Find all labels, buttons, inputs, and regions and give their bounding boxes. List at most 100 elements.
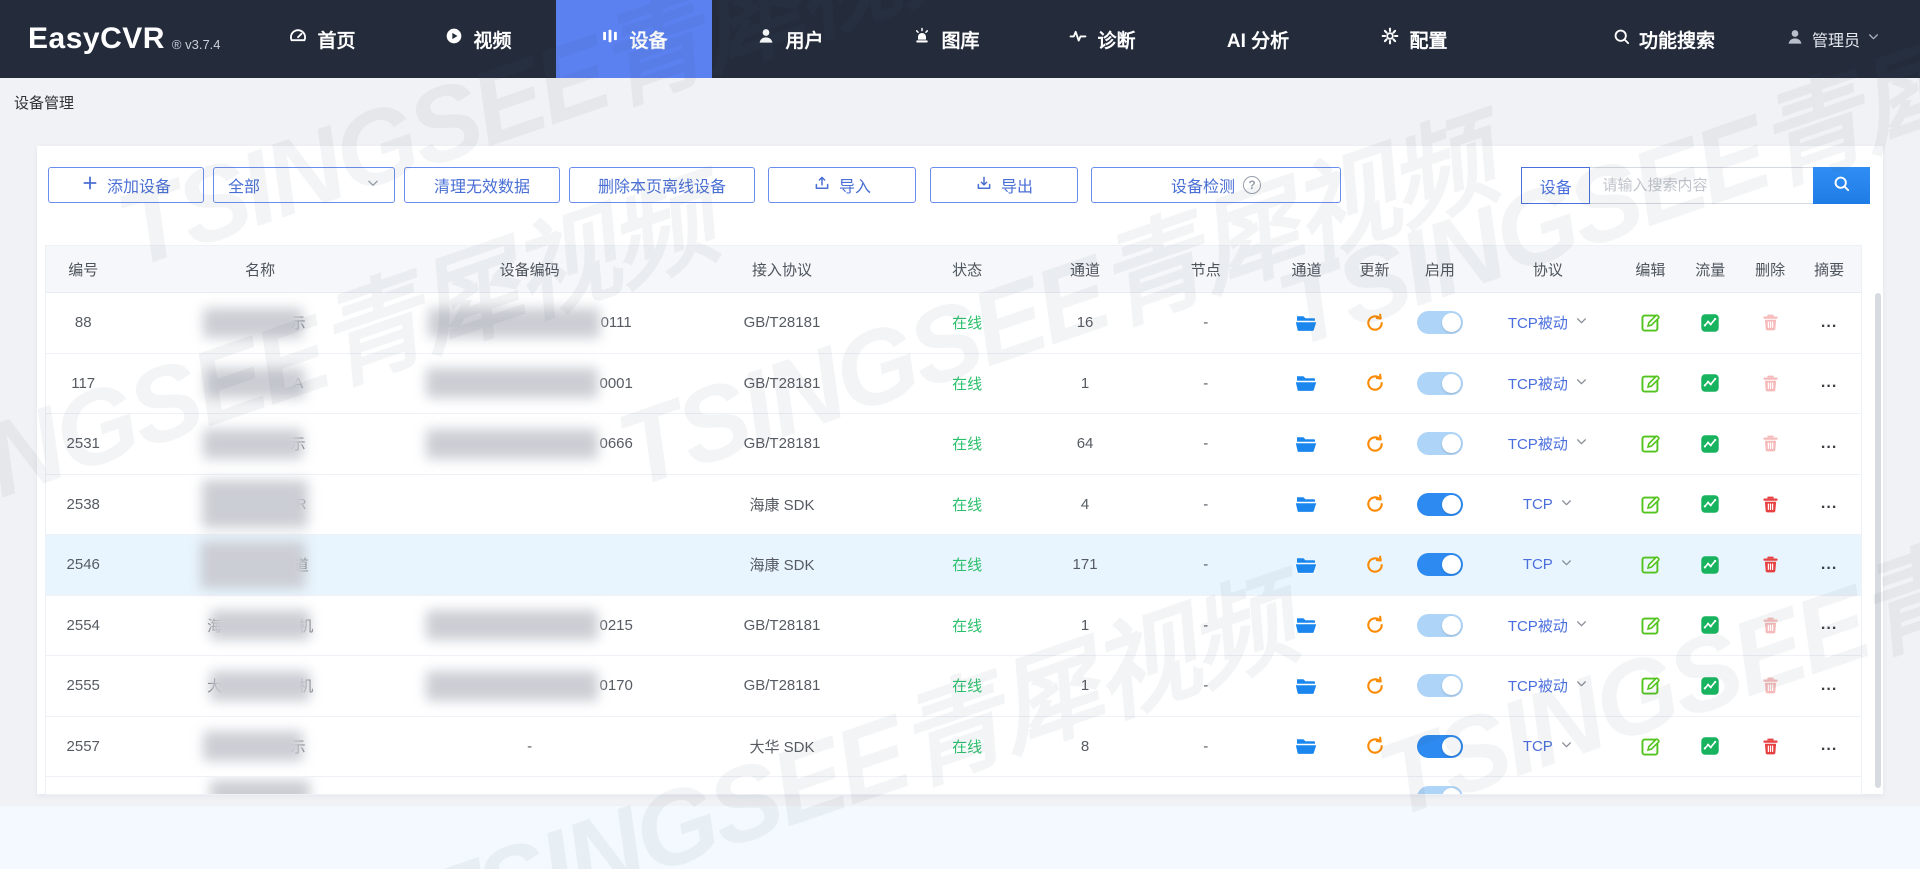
nav-item-user[interactable]: 用户 [712, 0, 868, 78]
filter-dropdown[interactable]: 全部 [213, 167, 395, 203]
channels-folder-icon[interactable] [1294, 492, 1318, 516]
refresh-icon[interactable] [1364, 735, 1386, 757]
status-online: 在线 [952, 375, 983, 393]
enable-toggle[interactable] [1416, 674, 1463, 698]
protocol-select[interactable]: TCP被动 [1473, 675, 1624, 696]
chevron-down-icon [1560, 496, 1573, 513]
channels-folder-icon[interactable] [1294, 553, 1318, 577]
protocol-select[interactable]: TCP被动 [1473, 373, 1624, 394]
delete-offline-button[interactable]: 删除本页离线设备 [569, 167, 755, 203]
nav-item-gallery[interactable]: 图库 [868, 0, 1024, 78]
traffic-icon[interactable] [1699, 312, 1721, 334]
cell-node: - [1203, 616, 1209, 634]
edit-icon[interactable] [1639, 493, 1662, 516]
refresh-icon[interactable] [1364, 614, 1386, 636]
enable-toggle[interactable] [1416, 613, 1463, 637]
channels-folder-icon[interactable] [1294, 613, 1318, 637]
breadcrumb: 设备管理 [14, 95, 75, 112]
summary-ellipsis[interactable]: ... [1797, 374, 1861, 392]
table-scrollbar[interactable] [1875, 293, 1881, 788]
summary-ellipsis[interactable]: ... [1797, 556, 1861, 574]
enable-toggle[interactable] [1416, 786, 1463, 794]
traffic-icon[interactable] [1699, 554, 1721, 576]
search-type-select[interactable]: 设备 [1521, 167, 1591, 204]
column-header: 启用 [1424, 261, 1455, 279]
summary-ellipsis[interactable]: ... [1797, 737, 1861, 755]
enable-toggle[interactable] [1416, 311, 1463, 335]
edit-icon[interactable] [1639, 735, 1662, 758]
delete-icon[interactable] [1760, 615, 1781, 636]
refresh-icon[interactable] [1364, 433, 1386, 455]
protocol-select[interactable]: TCP被动 [1473, 615, 1624, 636]
enable-toggle[interactable] [1416, 432, 1463, 456]
function-search[interactable]: 功能搜索 [1612, 26, 1715, 53]
cell-id: 2538 [66, 495, 100, 513]
nav-item-device[interactable]: 设备 [556, 0, 712, 78]
summary-ellipsis[interactable]: ... [1797, 435, 1861, 453]
refresh-icon[interactable] [1364, 554, 1386, 576]
enable-toggle[interactable] [1416, 734, 1463, 758]
summary-ellipsis[interactable]: ... [1797, 495, 1861, 513]
delete-icon[interactable] [1760, 312, 1781, 333]
summary-ellipsis[interactable]: ... [1797, 677, 1861, 695]
traffic-icon[interactable] [1699, 493, 1721, 515]
protocol-select[interactable]: TCP [1473, 496, 1624, 513]
delete-icon[interactable] [1760, 554, 1781, 575]
edit-icon[interactable] [1639, 674, 1662, 697]
search-button[interactable] [1813, 167, 1870, 204]
delete-icon[interactable] [1760, 494, 1781, 515]
export-button[interactable]: 导出 [930, 167, 1078, 203]
channels-folder-icon[interactable] [1294, 371, 1318, 395]
protocol-select[interactable]: TCP被动 [1473, 433, 1624, 454]
traffic-icon[interactable] [1699, 675, 1721, 697]
device-detect-button[interactable]: 设备检测 ? [1091, 167, 1341, 203]
enable-toggle[interactable] [1416, 553, 1463, 577]
channels-folder-icon[interactable] [1294, 674, 1318, 698]
summary-ellipsis[interactable]: ... [1797, 616, 1861, 634]
cell-node: - [1203, 374, 1209, 392]
blurred-code [426, 670, 599, 701]
add-device-button[interactable]: 添加设备 [48, 167, 204, 203]
channels-folder-icon[interactable] [1294, 734, 1318, 758]
search-input[interactable] [1590, 167, 1814, 204]
edit-icon[interactable] [1639, 553, 1662, 576]
blurred-name [210, 610, 311, 641]
traffic-icon[interactable] [1699, 735, 1721, 757]
delete-icon[interactable] [1760, 675, 1781, 696]
edit-icon[interactable] [1639, 311, 1662, 334]
traffic-icon[interactable] [1699, 372, 1721, 394]
nav-item-video[interactable]: 视频 [400, 0, 556, 78]
cell-id: 2531 [66, 435, 100, 453]
channels-folder-icon[interactable] [1294, 311, 1318, 335]
edit-icon[interactable] [1639, 432, 1662, 455]
user-menu[interactable]: 管理员 [1785, 27, 1880, 52]
nav-item-diagnosis[interactable]: 诊断 [1024, 0, 1180, 78]
traffic-icon[interactable] [1699, 433, 1721, 455]
refresh-icon[interactable] [1364, 312, 1386, 334]
edit-icon[interactable] [1639, 614, 1662, 637]
nav-label: 首页 [317, 30, 356, 52]
enable-toggle[interactable] [1416, 371, 1463, 395]
delete-icon[interactable] [1760, 736, 1781, 757]
channels-folder-icon[interactable] [1294, 432, 1318, 456]
edit-icon[interactable] [1639, 372, 1662, 395]
enable-toggle[interactable] [1416, 492, 1463, 516]
protocol-select[interactable]: TCP [1473, 556, 1624, 573]
cell-node: - [1203, 737, 1209, 755]
import-button[interactable]: 导入 [768, 167, 916, 203]
protocol-select[interactable]: TCP被动 [1473, 312, 1624, 333]
delete-icon[interactable] [1760, 433, 1781, 454]
blurred-name [202, 731, 303, 762]
nav-item-ai[interactable]: AI 分析 [1180, 0, 1336, 78]
delete-icon[interactable] [1760, 373, 1781, 394]
clean-invalid-button[interactable]: 清理无效数据 [404, 167, 560, 203]
traffic-icon[interactable] [1699, 614, 1721, 636]
nav-item-config[interactable]: 配置 [1336, 0, 1492, 78]
summary-ellipsis[interactable]: ... [1797, 314, 1861, 332]
protocol-value: TCP被动 [1507, 436, 1568, 454]
refresh-icon[interactable] [1364, 493, 1386, 515]
nav-item-home[interactable]: 首页 [244, 0, 400, 78]
protocol-select[interactable]: TCP [1473, 738, 1624, 755]
refresh-icon[interactable] [1364, 372, 1386, 394]
refresh-icon[interactable] [1364, 675, 1386, 697]
